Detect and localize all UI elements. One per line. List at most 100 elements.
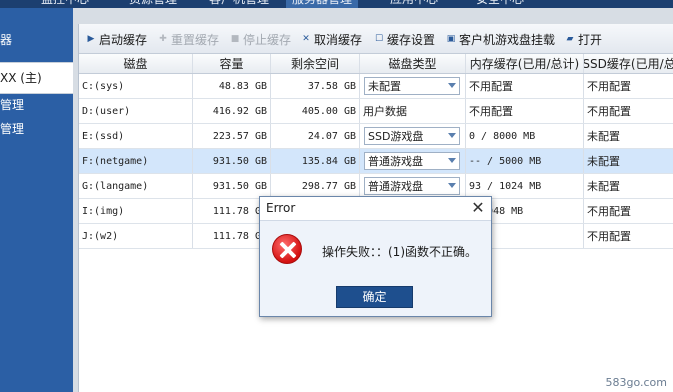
ssd-cache-value: 不用配置 xyxy=(587,205,631,218)
sidebar-item-management-2[interactable]: 管理 xyxy=(0,117,73,141)
col-free-space[interactable]: 剩余空间 xyxy=(271,54,360,73)
table-row[interactable]: C:(sys) 48.83 GB 37.58 GB 未配置 不用配置 不用配置 xyxy=(79,74,673,99)
disk-name: I:(img) xyxy=(79,199,193,223)
start-cache-button[interactable]: ▶ 启动缓存 xyxy=(86,31,147,47)
col-disk[interactable]: 磁盘 xyxy=(79,54,193,73)
cancel-cache-label: 取消缓存 xyxy=(314,32,363,47)
memory-cache-value: -- / 5000 MB xyxy=(466,149,584,173)
table-row[interactable]: E:(ssd) 223.57 GB 24.07 GB SSD游戏盘 0 / 80… xyxy=(79,124,673,149)
disk-icon: ▣ xyxy=(446,34,456,44)
chevron-down-icon xyxy=(448,83,456,88)
dialog-message: 操作失败：：(1)函数不正确。 xyxy=(322,245,477,259)
disk-name: D:(user) xyxy=(79,99,193,123)
dialog-body: 操作失败：：(1)函数不正确。 xyxy=(260,222,491,284)
client-game-mount-label: 客户机游戏盘挂载 xyxy=(459,32,556,47)
reset-cache-label: 重置缓存 xyxy=(171,32,220,47)
dialog-footer: 确定 xyxy=(260,284,491,316)
reset-cache-button[interactable]: ✚ 重置缓存 xyxy=(158,31,219,47)
capacity-value: 223.57 GB xyxy=(193,124,271,148)
table-row-selected[interactable]: F:(netgame) 931.50 GB 135.84 GB 普通游戏盘 --… xyxy=(79,149,673,174)
disk-type-cell: 未配置 xyxy=(360,74,466,98)
disk-name: G:(langame) xyxy=(79,174,193,198)
open-button[interactable]: ▰ 打开 xyxy=(565,31,602,47)
tab-resource-management[interactable]: 资源管理 xyxy=(124,0,182,8)
memory-cache-value: 93 / 1024 MB xyxy=(466,174,584,198)
disk-type-cell: 普通游戏盘 xyxy=(360,149,466,173)
table-row[interactable]: D:(user) 416.92 GB 405.00 GB 用户数据 不用配置 不… xyxy=(79,99,673,124)
close-icon[interactable]: ✕ xyxy=(469,199,487,217)
free-space-value: 135.84 GB xyxy=(271,149,360,173)
disk-type-cell: 普通游戏盘 xyxy=(360,174,466,198)
col-ssd-cache[interactable]: SSD缓存(已用/总 xyxy=(584,54,673,73)
capacity-value: 48.83 GB xyxy=(193,74,271,98)
cache-settings-button[interactable]: ☐ 缓存设置 xyxy=(374,31,435,47)
top-nav-bar: 监控中心 资源管理 客户机管理 服务器管理 应用中心 安全中心 xyxy=(0,0,673,8)
chevron-down-icon xyxy=(448,133,456,138)
col-memory-cache[interactable]: 内存缓存(已用/总计) xyxy=(466,54,584,73)
dialog-title: Error xyxy=(266,201,296,215)
col-disk-type[interactable]: 磁盘类型 xyxy=(360,54,466,73)
disk-type-select[interactable]: 普通游戏盘 xyxy=(364,177,460,195)
free-space-value: 37.58 GB xyxy=(271,74,360,98)
start-cache-label: 启动缓存 xyxy=(99,32,148,47)
error-dialog: Error ✕ 操作失败：：(1)函数不正确。 确定 xyxy=(259,196,492,317)
sidebar-item-management-1[interactable]: 管理 xyxy=(0,93,73,117)
ssd-cache-value: 不用配置 xyxy=(587,105,631,118)
tab-app-center[interactable]: 应用中心 xyxy=(384,0,444,8)
chevron-down-icon xyxy=(448,183,456,188)
close-icon: ✕ xyxy=(302,34,310,44)
dialog-title-bar: Error ✕ xyxy=(260,197,491,221)
ssd-cache-value: 未配置 xyxy=(587,130,620,143)
col-capacity[interactable]: 容量 xyxy=(193,54,271,73)
disk-name: J:(w2) xyxy=(79,224,193,248)
checkbox-icon: ☐ xyxy=(374,34,384,44)
free-space-value: 405.00 GB xyxy=(271,99,360,123)
watermark: 583go.com xyxy=(605,376,667,389)
memory-cache-value: 0 / 8000 MB xyxy=(466,124,584,148)
stop-cache-button[interactable]: ■ 停止缓存 xyxy=(230,31,291,47)
folder-icon: ▰ xyxy=(566,34,574,44)
ssd-cache-value: 未配置 xyxy=(587,180,620,193)
cancel-cache-button[interactable]: ✕ 取消缓存 xyxy=(301,31,362,47)
ssd-cache-value: 不用配置 xyxy=(587,80,631,93)
memory-cache-value: 不用配置 xyxy=(466,99,584,123)
tab-security-center[interactable]: 安全中心 xyxy=(470,0,530,8)
memory-cache-value: 不用配置 xyxy=(466,74,584,98)
disk-type-value: 普通游戏盘 xyxy=(368,155,423,168)
disk-name: E:(ssd) xyxy=(79,124,193,148)
sidebar-item-server[interactable]: 器 xyxy=(0,28,73,52)
chevron-down-icon xyxy=(448,158,456,163)
capacity-value: 931.50 GB xyxy=(193,149,271,173)
ssd-cache-value: 未配置 xyxy=(587,155,620,168)
reset-icon: ✚ xyxy=(159,34,167,44)
tab-monitor-center[interactable]: 监控中心 xyxy=(36,0,94,8)
disk-type-value: 用户数据 xyxy=(360,99,466,123)
disk-type-value: 普通游戏盘 xyxy=(368,180,423,193)
tab-client-management[interactable]: 客户机管理 xyxy=(203,0,275,8)
disk-type-value: 未配置 xyxy=(368,80,401,93)
free-space-value: 24.07 GB xyxy=(271,124,360,148)
sidebar: 器 XX (主) 管理 管理 xyxy=(0,8,73,392)
disk-type-select[interactable]: 普通游戏盘 xyxy=(364,152,460,170)
stop-cache-label: 停止缓存 xyxy=(243,32,292,47)
disk-name: F:(netgame) xyxy=(79,149,193,173)
client-game-mount-button[interactable]: ▣ 客户机游戏盘挂载 xyxy=(446,31,555,47)
stop-icon: ■ xyxy=(230,34,240,44)
open-label: 打开 xyxy=(578,32,603,47)
disk-type-value: SSD游戏盘 xyxy=(368,130,424,143)
tab-server-management[interactable]: 服务器管理 xyxy=(286,0,358,8)
toolbar: ▶ 启动缓存 ✚ 重置缓存 ■ 停止缓存 ✕ 取消缓存 ☐ 缓存设置 ▣ 客户机… xyxy=(79,24,673,54)
disk-name: C:(sys) xyxy=(79,74,193,98)
error-icon xyxy=(272,234,302,264)
free-space-value: 298.77 GB xyxy=(271,174,360,198)
ssd-cache-value: 不用配置 xyxy=(587,230,631,243)
table-header: 磁盘 容量 剩余空间 磁盘类型 内存缓存(已用/总计) SSD缓存(已用/总 xyxy=(79,54,673,74)
cache-settings-label: 缓存设置 xyxy=(387,32,436,47)
ok-button[interactable]: 确定 xyxy=(336,286,413,308)
disk-type-select[interactable]: SSD游戏盘 xyxy=(364,127,460,145)
sidebar-item-main-server[interactable]: XX (主) xyxy=(0,62,73,94)
capacity-value: 931.50 GB xyxy=(193,174,271,198)
play-icon: ▶ xyxy=(87,34,95,44)
disk-type-select[interactable]: 未配置 xyxy=(364,77,460,95)
disk-type-cell: SSD游戏盘 xyxy=(360,124,466,148)
